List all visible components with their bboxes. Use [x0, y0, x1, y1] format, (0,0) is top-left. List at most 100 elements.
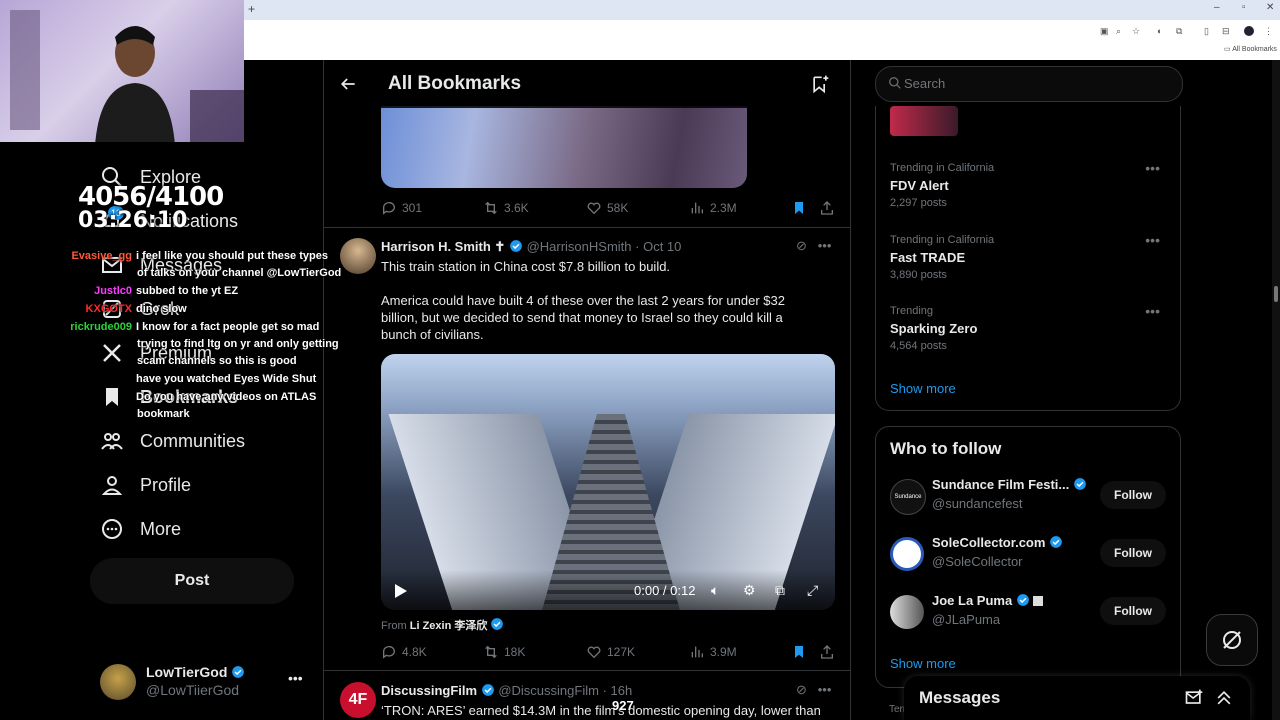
account-switcher[interactable]: LowTierGod @LowTiierGod •••: [100, 660, 310, 704]
back-arrow-icon[interactable]: [338, 74, 358, 94]
chat-text-cont: bookmark: [137, 408, 190, 420]
chat-message: Evasive_gg i feel like you should put the…: [30, 250, 327, 262]
bookmark-filled-icon[interactable]: [791, 200, 807, 216]
tweet-time[interactable]: · 16h: [603, 683, 633, 698]
bookmark-folder[interactable]: ▭ All Bookmarks: [1224, 45, 1277, 53]
address-bar[interactable]: [244, 20, 1280, 44]
new-message-icon[interactable]: [1184, 688, 1204, 708]
reply-button[interactable]: 301: [381, 200, 422, 216]
nav-profile[interactable]: Profile: [100, 465, 191, 505]
author-handle[interactable]: @DiscussingFilm: [498, 683, 599, 698]
avatar: Sundance: [890, 479, 926, 515]
bookmark-filled-icon[interactable]: [791, 644, 807, 660]
scrollbar-thumb[interactable]: [1274, 286, 1278, 302]
video-player[interactable]: 0:00 / 0:12 🔈︎ ⚙ ⧉ ⤢: [381, 354, 835, 610]
follow-suggestion[interactable]: Sundance Sundance Film Festi... @sundanc…: [890, 475, 1170, 519]
pip-icon[interactable]: ⧉: [775, 582, 785, 599]
speaker-icon[interactable]: ◖: [1156, 26, 1161, 36]
reply-count: 301: [402, 201, 423, 215]
follow-suggestion[interactable]: SoleCollector.com @SoleCollector Follow: [890, 533, 1170, 577]
video-source-name[interactable]: Li Zexin 李泽欣: [410, 620, 488, 632]
expand-up-icon[interactable]: [1214, 688, 1234, 708]
like-button[interactable]: 58K: [586, 200, 628, 216]
more-dots-icon[interactable]: •••: [818, 238, 832, 253]
author-name[interactable]: Harrison H. Smith ✝: [381, 239, 505, 254]
tweet-menu: ⊘ •••: [796, 238, 831, 254]
avatar[interactable]: [340, 238, 376, 274]
trend-item[interactable]: Trending in California Fast TRADE 3,890 …: [890, 232, 1170, 281]
trend-item[interactable]: Trending Sparking Zero 4,564 posts •••: [890, 303, 1170, 352]
sidebar-icon[interactable]: ▯: [1204, 26, 1209, 37]
views-button[interactable]: 3.9M: [689, 644, 737, 660]
minimize-button[interactable]: –: [1214, 2, 1220, 13]
zoom-icon[interactable]: ⌕: [1116, 26, 1121, 37]
more-dots-icon[interactable]: •••: [288, 670, 303, 686]
author-handle[interactable]: @HarrisonHSmith: [527, 239, 632, 254]
show-more-link[interactable]: Show more: [890, 656, 956, 671]
maximize-button[interactable]: ▫: [1242, 2, 1246, 13]
author-name[interactable]: DiscussingFilm: [381, 683, 477, 698]
repost-icon: [485, 201, 497, 215]
post-button[interactable]: Post: [90, 558, 294, 604]
tweet-media[interactable]: [381, 106, 747, 188]
page-scrollbar[interactable]: [1272, 60, 1280, 720]
more-circle-icon: [102, 519, 122, 539]
more-dots-icon[interactable]: •••: [1145, 303, 1160, 319]
grok-icon[interactable]: ⊘: [796, 682, 807, 697]
views-button[interactable]: 2.3M: [689, 200, 737, 216]
trends-panel: Trending in California FDV Alert 2,297 p…: [875, 106, 1181, 411]
tweet-time[interactable]: · Oct 10: [635, 239, 681, 254]
follow-handle: @SoleCollector: [932, 554, 1023, 569]
trend-title: FDV Alert: [890, 178, 949, 193]
tweet-text: America could have built 4 of these over…: [381, 293, 785, 342]
install-icon[interactable]: ▣: [1100, 26, 1109, 37]
repost-button[interactable]: 3.6K: [483, 200, 529, 216]
like-button[interactable]: 127K: [586, 644, 635, 660]
avatar[interactable]: 4F: [340, 682, 376, 718]
follow-button[interactable]: Follow: [1100, 539, 1166, 567]
star-icon[interactable]: ☆: [1132, 26, 1140, 37]
settings-gear-icon[interactable]: ⚙: [743, 582, 756, 599]
menu-kebab-icon[interactable]: ⋮: [1264, 26, 1273, 37]
more-dots-icon[interactable]: •••: [1145, 160, 1160, 176]
fullscreen-icon[interactable]: ⤢: [807, 582, 818, 599]
person-icon: [101, 476, 123, 495]
verified-badge-icon: [481, 684, 494, 696]
show-more-link[interactable]: Show more: [890, 381, 956, 396]
trend-count: 3,890 posts: [890, 269, 947, 281]
new-tab-button[interactable]: +: [248, 2, 255, 16]
share-icon[interactable]: [819, 644, 835, 660]
share-icon[interactable]: [819, 200, 835, 216]
follow-button[interactable]: Follow: [1100, 481, 1166, 509]
volume-icon[interactable]: 🔈︎: [711, 582, 719, 599]
nav-more[interactable]: More: [100, 509, 181, 549]
trend-context: Trending in California: [890, 234, 995, 246]
nav-communities[interactable]: Communities: [100, 421, 245, 461]
x-icon: [103, 344, 121, 362]
repost-button[interactable]: 18K: [483, 644, 525, 660]
grok-icon[interactable]: ⊘: [796, 238, 807, 253]
reply-button[interactable]: 4.8K: [381, 644, 427, 660]
divider: [324, 670, 850, 671]
stream-stats: 4056/4100 03:26:10: [78, 182, 224, 233]
more-dots-icon[interactable]: •••: [1145, 232, 1160, 248]
tweet-header: DiscussingFilm @DiscussingFilm · 16h: [381, 683, 632, 698]
messages-title: Messages: [919, 688, 1001, 707]
profile-avatar[interactable]: [1244, 26, 1254, 36]
follow-suggestion[interactable]: Joe La Puma @JLaPuma Follow: [890, 591, 1170, 635]
more-dots-icon[interactable]: •••: [818, 682, 832, 697]
extensions-icon[interactable]: ⧉: [1176, 26, 1182, 37]
grok-icon: [1223, 631, 1241, 649]
avatar: [890, 595, 924, 629]
follow-button[interactable]: Follow: [1100, 597, 1166, 625]
trend-thumbnail[interactable]: [890, 106, 958, 136]
messages-drawer[interactable]: Messages: [904, 676, 1250, 720]
search-input[interactable]: Search: [875, 66, 1183, 102]
verified-badge-icon: [232, 666, 245, 678]
play-icon[interactable]: [395, 584, 407, 598]
bookmark-add-icon[interactable]: [810, 74, 830, 94]
close-window-button[interactable]: ✕: [1266, 2, 1274, 13]
tab-search-icon[interactable]: ⊟: [1222, 26, 1230, 37]
grok-floating-button[interactable]: [1206, 614, 1258, 666]
trend-item[interactable]: Trending in California FDV Alert 2,297 p…: [890, 160, 1170, 209]
